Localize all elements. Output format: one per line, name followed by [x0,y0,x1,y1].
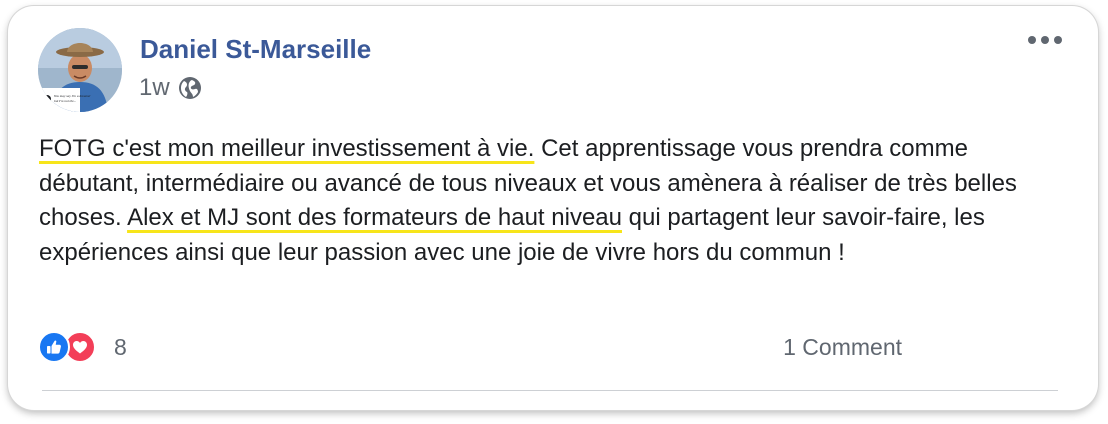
reactions-summary[interactable]: 8 [38,331,127,363]
more-dot [1054,36,1062,44]
comments-count[interactable]: 1 Comment [783,334,902,361]
highlighted-text: Alex et MJ sont des formateurs de haut n… [127,204,622,231]
highlighted-text: FOTG c'est mon meilleur investissement à… [39,135,535,162]
avatar-image: You may say I'm a dreamer but I'm not th… [38,28,122,112]
post-time[interactable]: 1w [139,74,170,102]
more-options-icon[interactable] [1024,32,1066,48]
avatar-caption-line1: You may say I'm a dreamer [54,94,91,98]
reaction-count[interactable]: 8 [114,334,127,361]
divider [42,390,1058,391]
author-name[interactable]: Daniel St-Marseille [140,34,371,65]
post-card: You may say I'm a dreamer but I'm not th… [8,6,1098,410]
avatar[interactable]: You may say I'm a dreamer but I'm not th… [38,28,122,112]
like-icon[interactable] [38,331,70,363]
post-meta: 1w [139,74,202,102]
more-dot [1041,36,1049,44]
globe-icon[interactable] [178,76,202,100]
post-body: FOTG c'est mon meilleur investissement à… [39,132,1059,270]
more-dot [1028,36,1036,44]
avatar-caption-line2: but I'm not the... [54,99,76,103]
